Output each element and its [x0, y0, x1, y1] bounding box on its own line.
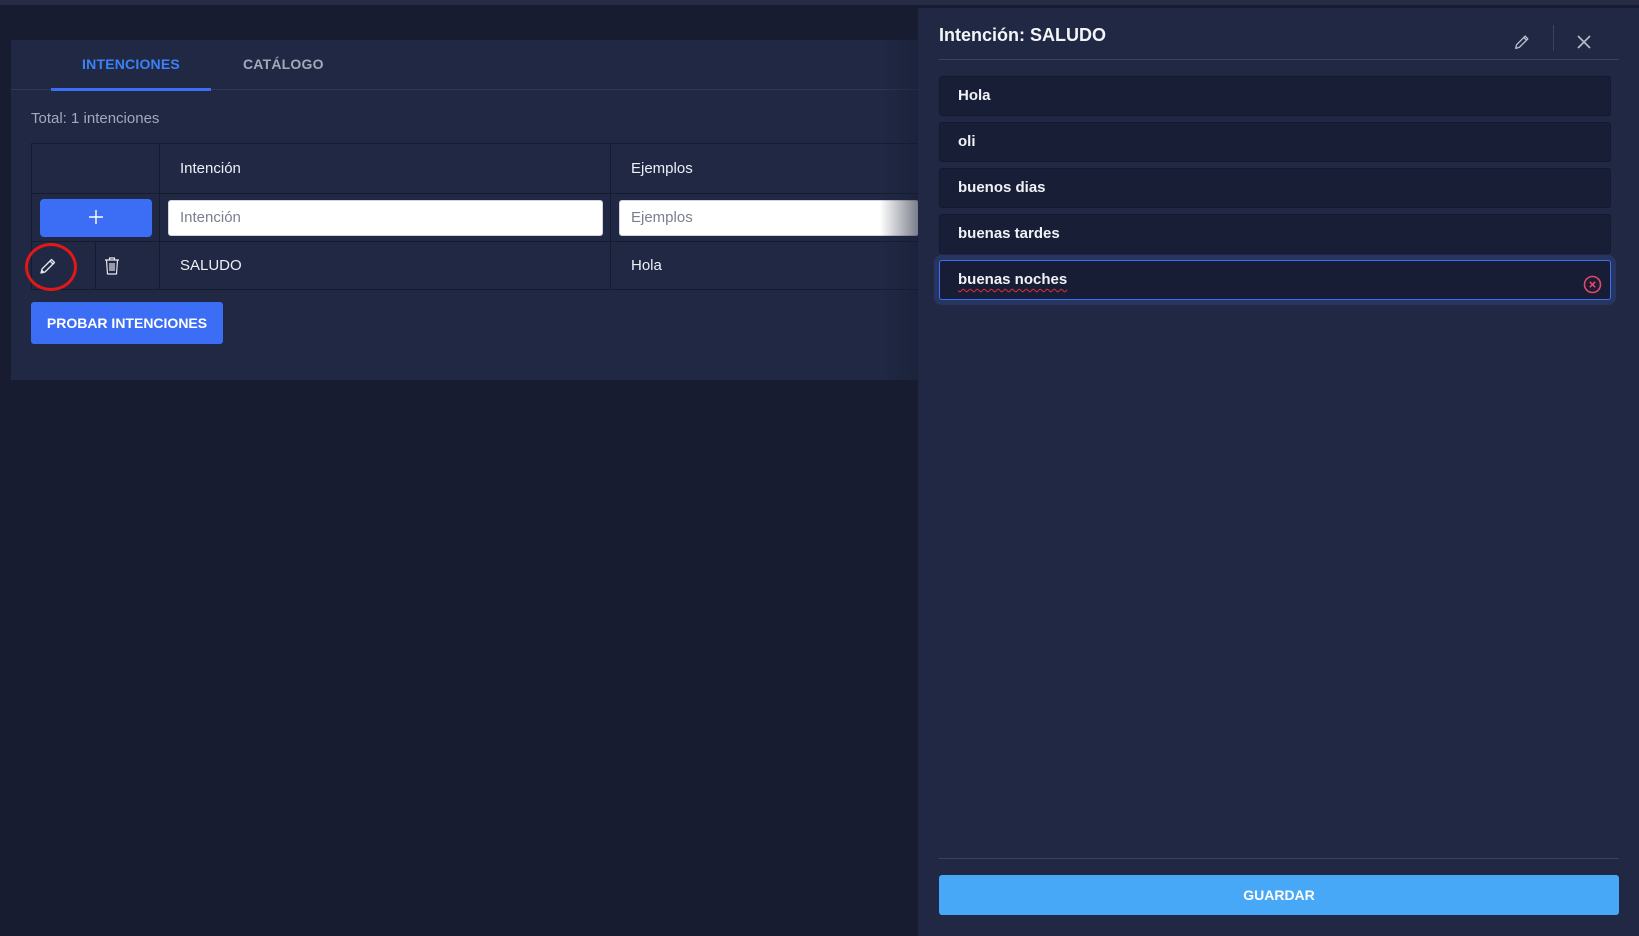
example-item[interactable]: buenos dias: [939, 168, 1611, 208]
add-intent-button[interactable]: [39, 198, 152, 237]
example-item[interactable]: buenas tardes: [939, 214, 1611, 254]
save-button[interactable]: GUARDAR: [939, 875, 1619, 915]
pencil-icon: [1515, 35, 1529, 49]
example-item[interactable]: oli: [939, 122, 1611, 162]
edit-title-button[interactable]: [1509, 29, 1535, 55]
table-row: SALUDO Hola: [25, 241, 972, 291]
new-intent-row: [31, 193, 972, 242]
edit-intent-button[interactable]: [25, 242, 77, 291]
intents-table: Intención Ejemplos Intención Ejemplos SA…: [25, 143, 972, 291]
tab-catalogo[interactable]: CATÁLOGO: [243, 40, 343, 90]
example-item[interactable]: Hola: [939, 76, 1611, 116]
circle-x-icon: [1583, 275, 1602, 294]
trash-icon: [105, 256, 119, 275]
divider: [939, 858, 1619, 859]
close-icon: [1577, 35, 1591, 49]
tab-intenciones[interactable]: INTENCIONES: [51, 40, 211, 91]
tab-bar: INTENCIONES CATÁLOGO: [11, 40, 971, 91]
new-examples-input[interactable]: [619, 199, 919, 236]
table-header-row: Intención Ejemplos: [31, 143, 972, 194]
actions-header: [31, 143, 160, 194]
delete-intent-button[interactable]: [96, 250, 128, 282]
panel-shadow: [880, 40, 920, 380]
total-count: Total: 1 intenciones: [31, 110, 160, 127]
close-panel-button[interactable]: [1571, 29, 1597, 55]
pencil-icon: [40, 258, 56, 274]
intents-card: INTENCIONES CATÁLOGO Total: 1 intencione…: [11, 40, 972, 380]
test-intents-button[interactable]: PROBAR INTENCIONES: [31, 302, 223, 344]
panel-title: Intención: SALUDO: [939, 25, 1106, 45]
plus-icon: [88, 209, 103, 224]
divider: [939, 59, 1619, 60]
top-bar: [0, 0, 1639, 5]
clear-example-button[interactable]: [1583, 271, 1602, 294]
intent-name-cell: SALUDO: [159, 241, 611, 290]
example-input-active[interactable]: buenas noches: [939, 260, 1611, 300]
new-intent-input[interactable]: [168, 199, 603, 236]
intent-column-header: Intención: [159, 143, 611, 194]
divider: [1553, 25, 1554, 51]
intent-detail-panel: Intención: SALUDO Hola oli buenos dias b…: [918, 8, 1639, 936]
example-input-text: buenas noches: [958, 271, 1068, 288]
